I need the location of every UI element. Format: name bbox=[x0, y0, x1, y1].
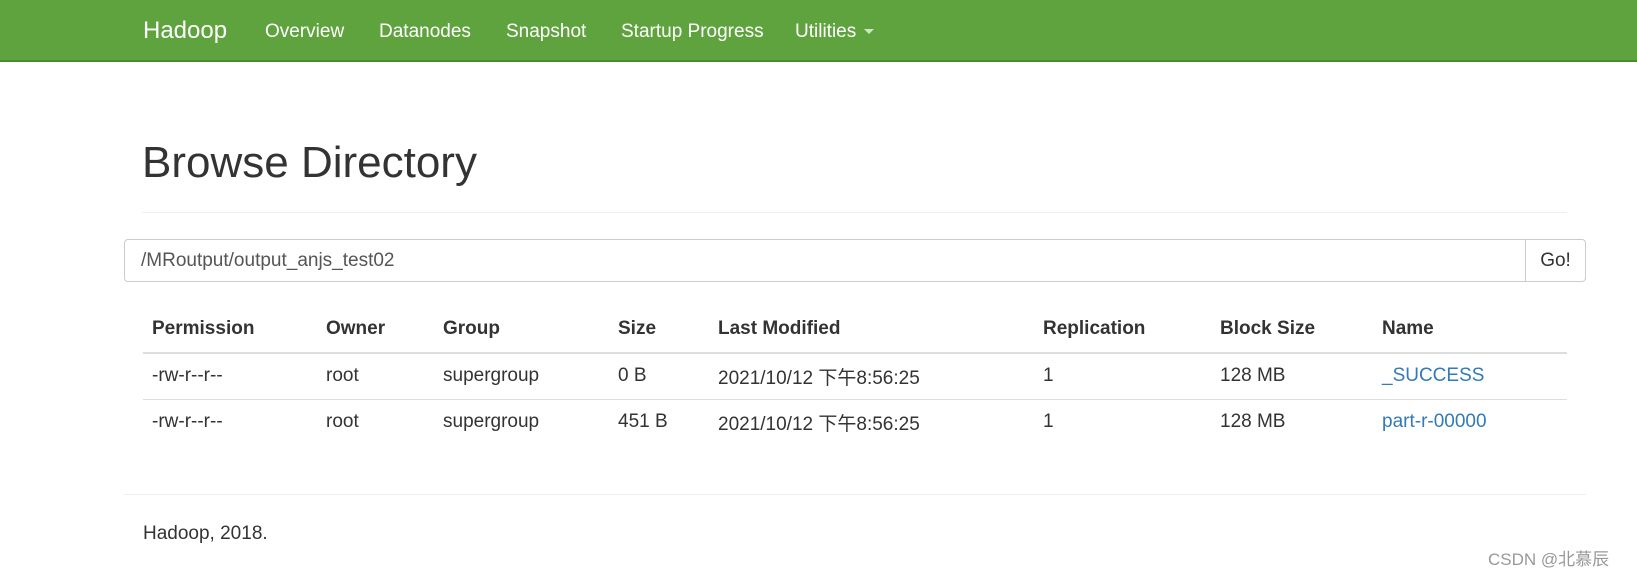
nav-datanodes[interactable]: Datanodes bbox=[379, 21, 471, 43]
cell-group: supergroup bbox=[434, 353, 609, 400]
watermark: CSDN @北慕辰 bbox=[1488, 550, 1610, 569]
nav-startup-progress[interactable]: Startup Progress bbox=[621, 21, 764, 43]
table-header-row: Permission Owner Group Size Last Modifie… bbox=[143, 306, 1567, 354]
cell-group: supergroup bbox=[443, 411, 540, 433]
top-navbar: Hadoop Overview Datanodes Snapshot Start… bbox=[0, 0, 1637, 62]
cell-last-modified: 2021/10/12 下午8:56:25 bbox=[709, 353, 1034, 400]
cell-permission: -rw-r--r-- bbox=[152, 411, 223, 433]
file-link[interactable]: _SUCCESS bbox=[1382, 365, 1484, 386]
title-divider bbox=[142, 212, 1567, 213]
table-row: -rw-r--r-- root supergroup 451 B 2021/10… bbox=[143, 399, 1567, 445]
cell-permission: -rw-r--r-- bbox=[143, 353, 317, 400]
column-header-group[interactable]: Group bbox=[434, 306, 609, 354]
cell-replication: 1 bbox=[1043, 411, 1054, 433]
column-header-permission[interactable]: Permission bbox=[143, 306, 317, 354]
cell-owner: root bbox=[317, 353, 434, 400]
file-link[interactable]: part-r-00000 bbox=[1382, 411, 1487, 432]
column-header-name[interactable]: Name bbox=[1373, 306, 1567, 354]
brand-link[interactable]: Hadoop bbox=[143, 17, 227, 45]
table-row: -rw-r--r-- root supergroup 0 B 2021/10/1… bbox=[143, 353, 1567, 400]
page-title: Browse Directory bbox=[142, 138, 477, 187]
nav-utilities[interactable]: Utilities bbox=[795, 21, 875, 43]
caret-down-icon bbox=[864, 29, 875, 35]
path-bar: Go! bbox=[124, 239, 1586, 282]
column-header-last-modified[interactable]: Last Modified bbox=[709, 306, 1034, 354]
cell-name: part-r-00000 bbox=[1373, 399, 1567, 445]
column-header-replication[interactable]: Replication bbox=[1034, 306, 1211, 354]
cell-block-size: 128 MB bbox=[1211, 353, 1373, 400]
footer-text: Hadoop, 2018. bbox=[143, 523, 268, 544]
cell-block-size: 128 MB bbox=[1220, 411, 1286, 433]
cell-owner: root bbox=[326, 411, 359, 433]
footer-divider bbox=[124, 494, 1586, 495]
directory-path-input[interactable] bbox=[124, 239, 1526, 282]
cell-size: 451 B bbox=[618, 411, 668, 433]
cell-last-modified: 2021/10/12 下午8:56:25 bbox=[718, 413, 920, 435]
nav-utilities-label: Utilities bbox=[795, 21, 857, 42]
column-header-block-size[interactable]: Block Size bbox=[1211, 306, 1373, 354]
cell-name: _SUCCESS bbox=[1373, 353, 1567, 400]
nav-snapshot[interactable]: Snapshot bbox=[506, 21, 586, 43]
nav-overview[interactable]: Overview bbox=[265, 21, 344, 43]
file-table: Permission Owner Group Size Last Modifie… bbox=[143, 306, 1567, 445]
column-header-size[interactable]: Size bbox=[609, 306, 709, 354]
go-button[interactable]: Go! bbox=[1525, 239, 1586, 282]
cell-size: 0 B bbox=[609, 353, 709, 400]
column-header-owner[interactable]: Owner bbox=[317, 306, 434, 354]
cell-replication: 1 bbox=[1034, 353, 1211, 400]
